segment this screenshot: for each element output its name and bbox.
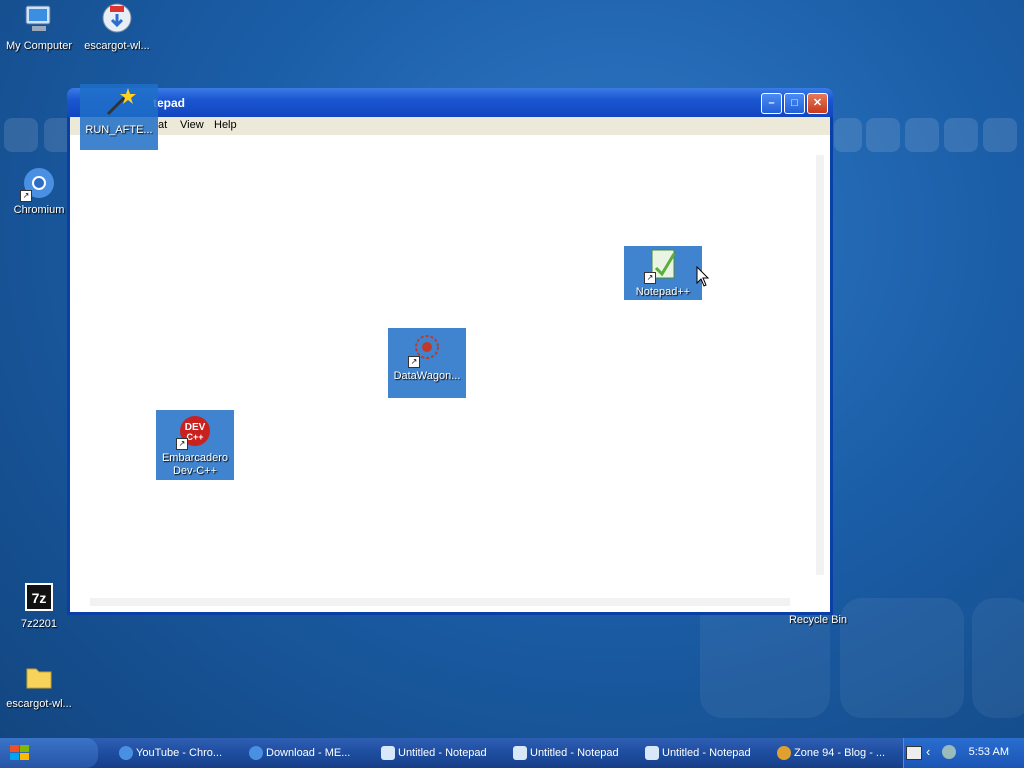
mouse-cursor-icon [696, 266, 710, 287]
menu-help[interactable]: Help [214, 119, 237, 131]
browser-icon [777, 746, 791, 760]
desktop-icon-7zip[interactable]: 7z 7z2201 [0, 580, 78, 631]
magic-wand-icon [102, 86, 136, 120]
task-label: Untitled - Notepad [530, 747, 619, 759]
chromium-icon: ↗ [20, 166, 56, 202]
desktop-icon-escargot-folder[interactable]: escargot-wl... [0, 660, 78, 711]
shortcut-arrow-icon: ↗ [408, 356, 420, 368]
taskbar-item[interactable]: Untitled - Notepad [508, 741, 632, 765]
wallpaper-tile [834, 118, 862, 152]
icon-label: Chromium [13, 204, 65, 216]
taskbar-item[interactable]: Untitled - Notepad [640, 741, 764, 765]
system-tray: ‹ 5:53 AM [903, 738, 1024, 768]
taskbar-item[interactable]: Untitled - Notepad [376, 741, 500, 765]
icon-label: My Computer [5, 40, 73, 52]
keyboard-icon[interactable] [906, 746, 922, 760]
wallpaper-tile [4, 118, 38, 152]
vertical-scrollbar[interactable] [816, 155, 824, 575]
window-titlebar[interactable]: tepad – □ ✕ [67, 88, 833, 117]
maximize-button[interactable]: □ [784, 93, 805, 114]
notepad-icon [513, 746, 527, 760]
task-label: YouTube - Chro... [136, 747, 223, 759]
taskbar: YouTube - Chro... Download - ME... Untit… [0, 738, 1024, 768]
task-label: Untitled - Notepad [662, 747, 751, 759]
devcpp-icon: DEV C++ ↗ [176, 414, 212, 450]
icon-label: escargot-wl... [6, 698, 72, 710]
icon-label: DataWagon... [393, 370, 461, 382]
wallpaper-tile [905, 118, 939, 152]
taskbar-item[interactable]: Zone 94 - Blog - ... [772, 741, 896, 765]
svg-text:C++: C++ [186, 432, 203, 442]
desktop-icon-datawagon[interactable]: ↗ DataWagon... [388, 328, 466, 398]
chevron-left-icon[interactable]: ‹ [926, 744, 930, 759]
wallpaper-tile [840, 598, 964, 718]
7zip-icon: 7z [22, 580, 56, 614]
clock[interactable]: 5:53 AM [969, 746, 1009, 758]
desktop-icon-embarcadero-devcpp[interactable]: DEV C++ ↗ Embarcadero Dev-C++ [156, 410, 234, 480]
icon-label: Notepad++ [635, 286, 691, 298]
wallpaper-tile [983, 118, 1017, 152]
horizontal-scrollbar[interactable] [90, 598, 790, 606]
icon-label: 7z2201 [20, 618, 58, 630]
desktop-icon-escargot[interactable]: escargot-wl... [78, 2, 156, 53]
computer-icon [22, 2, 56, 36]
close-button[interactable]: ✕ [807, 93, 828, 114]
desktop-icon-run-after[interactable]: RUN_AFTE... [80, 84, 158, 150]
desktop-icon-chromium[interactable]: ↗ Chromium [0, 166, 78, 217]
icon-label: Embarcadero Dev-C++ [161, 452, 229, 477]
menu-bar: at View Help [70, 117, 830, 135]
icon-label: escargot-wl... [84, 40, 150, 52]
datawagon-icon: ↗ [408, 332, 444, 368]
wallpaper-tile [972, 598, 1024, 718]
notepad-icon [381, 746, 395, 760]
wallpaper-tile [866, 118, 900, 152]
taskbar-item[interactable]: YouTube - Chro... [114, 741, 238, 765]
desktop-icon-notepad-plus-plus[interactable]: ↗ Notepad++ [624, 246, 702, 300]
folder-icon [22, 660, 56, 694]
desktop-icon-recycle-bin[interactable]: Recycle Bin [779, 614, 857, 627]
start-button[interactable] [0, 738, 98, 768]
icon-label: Recycle Bin [788, 614, 848, 626]
task-label: Untitled - Notepad [398, 747, 487, 759]
menu-view[interactable]: View [180, 119, 204, 131]
chromium-icon [119, 746, 133, 760]
menu-format[interactable]: at [158, 119, 167, 131]
shortcut-arrow-icon: ↗ [176, 438, 188, 450]
shortcut-arrow-icon: ↗ [644, 272, 656, 284]
icon-label: RUN_AFTE... [85, 124, 153, 136]
shortcut-arrow-icon: ↗ [20, 190, 32, 202]
wallpaper-tile [944, 118, 978, 152]
minimize-button[interactable]: – [761, 93, 782, 114]
network-icon[interactable] [942, 745, 956, 759]
taskbar-item[interactable]: Download - ME... [244, 741, 368, 765]
notepad-plus-plus-icon: ↗ [644, 248, 680, 284]
windows-logo-icon [10, 745, 29, 760]
svg-text:7z: 7z [32, 590, 47, 606]
installer-icon [100, 2, 134, 36]
task-label: Zone 94 - Blog - ... [794, 747, 886, 759]
task-label: Download - ME... [266, 747, 351, 759]
notepad-icon [645, 746, 659, 760]
desktop-icon-my-computer[interactable]: My Computer [0, 2, 78, 53]
chromium-icon [249, 746, 263, 760]
